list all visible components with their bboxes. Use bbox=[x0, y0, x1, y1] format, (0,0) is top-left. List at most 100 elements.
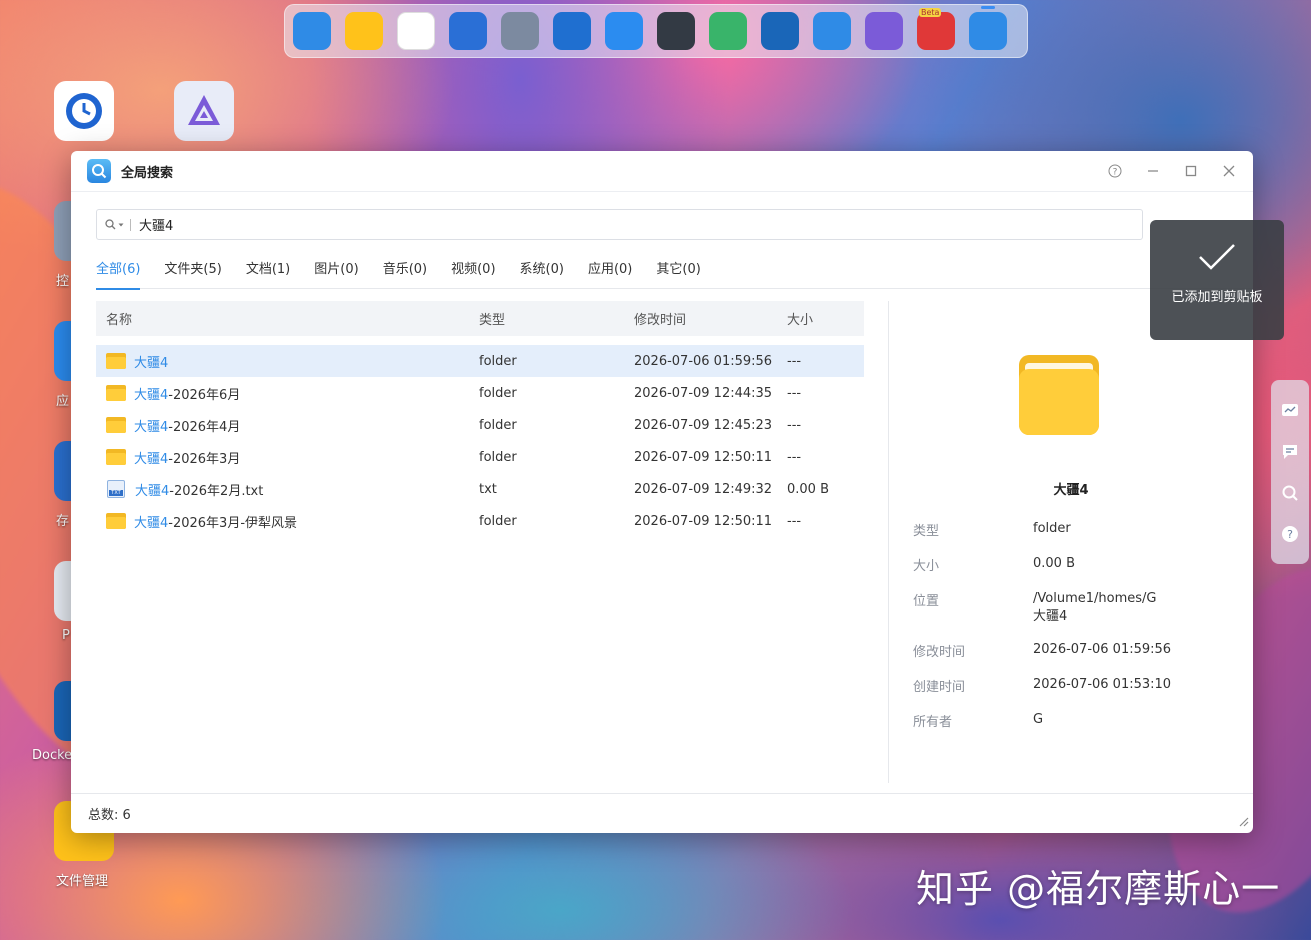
svg-text:?: ? bbox=[1113, 168, 1118, 178]
desktop-label: 控 bbox=[56, 274, 70, 289]
cell-time: 2026-07-09 12:45:23 bbox=[634, 417, 773, 433]
cell-time: 2026-07-09 12:50:11 bbox=[634, 449, 773, 465]
folder-icon bbox=[106, 353, 126, 369]
status-bar: 总数: 6 bbox=[71, 793, 1253, 833]
search-icon[interactable] bbox=[105, 219, 124, 230]
tab-category[interactable]: 其它(0) bbox=[656, 247, 700, 289]
docker-app-icon[interactable] bbox=[761, 12, 799, 50]
name-highlight: 大疆4 bbox=[134, 515, 169, 531]
search-icon[interactable] bbox=[1280, 483, 1300, 503]
search-input[interactable] bbox=[139, 217, 1134, 232]
text-file-icon bbox=[107, 480, 125, 498]
dashboard-app-icon[interactable] bbox=[293, 12, 331, 50]
name-highlight: 大疆4 bbox=[134, 451, 169, 467]
cell-name: 大疆4-2026年2月.txt bbox=[96, 480, 479, 499]
desktop-label: 存 bbox=[56, 514, 70, 529]
detail-size-row: 大小 0.00 B bbox=[913, 555, 1203, 574]
cell-time: 2026-07-09 12:50:11 bbox=[634, 513, 773, 529]
tab-category[interactable]: 系统(0) bbox=[520, 247, 564, 289]
resize-handle-icon[interactable] bbox=[1237, 815, 1249, 830]
name-highlight: 大疆4 bbox=[135, 483, 170, 499]
col-size-header[interactable]: 大小 bbox=[787, 309, 864, 328]
maximize-icon[interactable] bbox=[1183, 163, 1199, 179]
location-line-1: /Volume1/homes/G bbox=[1033, 591, 1157, 606]
col-time-header[interactable]: 修改时间 bbox=[634, 309, 787, 328]
beta-app-icon[interactable]: Beta bbox=[917, 8, 955, 50]
large-folder-icon bbox=[1019, 355, 1099, 435]
cell-type: txt bbox=[479, 481, 497, 497]
name-rest: -2026年6月 bbox=[168, 387, 241, 403]
table-row[interactable]: 大疆4 -2026年3月 folder 2026-07-09 12:50:11 --- bbox=[96, 441, 864, 473]
detail-owner-value: G bbox=[1033, 712, 1044, 727]
close-icon[interactable] bbox=[1221, 163, 1237, 179]
desktop-label: Docke bbox=[32, 748, 73, 763]
category-tabs: 全部(6) 文件夹(5) 文档(1) 图片(0) 音乐(0) 视频(0) 系统(0) 应用(0… bbox=[96, 247, 1253, 290]
tab-category[interactable]: 图片(0) bbox=[314, 247, 358, 289]
folder-icon bbox=[106, 449, 126, 465]
desktop-label: 文件管理 bbox=[56, 874, 109, 889]
detail-owner-label: 所有者 bbox=[913, 715, 953, 730]
tab-category[interactable]: 全部(6) bbox=[96, 247, 141, 290]
cell-name: 大疆4 -2026年4月 bbox=[96, 416, 479, 435]
table-row[interactable]: 大疆4-2026年2月.txttxt2026-07-09 12:49:320.0… bbox=[96, 473, 864, 505]
terminal-app-icon[interactable] bbox=[657, 12, 695, 50]
store-app-icon[interactable] bbox=[605, 12, 643, 50]
folder-icon bbox=[106, 417, 126, 433]
tab-category[interactable]: 音乐(0) bbox=[383, 247, 427, 289]
side-toolbar: ? bbox=[1271, 380, 1309, 564]
tab-category[interactable]: 视频(0) bbox=[451, 247, 495, 289]
table-row[interactable]: 大疆4 -2026年3月-伊犁风景 folder 2026-07-09 12:50:1… bbox=[96, 505, 864, 537]
message-icon[interactable] bbox=[1280, 442, 1300, 462]
cell-size: --- bbox=[787, 385, 802, 401]
window-title: 全局搜索 bbox=[121, 165, 174, 181]
tab-category[interactable]: 文档(1) bbox=[246, 247, 290, 289]
jellyfin-app-icon[interactable] bbox=[865, 12, 903, 50]
detail-name: 大疆4 bbox=[1053, 483, 1089, 498]
dock: Beta bbox=[284, 4, 1028, 58]
cell-size: 0.00 B bbox=[787, 481, 829, 497]
detail-location-label: 位置 bbox=[913, 594, 940, 609]
name-highlight: 大疆4 bbox=[134, 355, 169, 371]
tab-category[interactable]: 应用(0) bbox=[588, 247, 632, 289]
minimize-icon[interactable] bbox=[1145, 163, 1161, 179]
settings-app-icon[interactable] bbox=[501, 12, 539, 50]
search-box[interactable] bbox=[96, 209, 1143, 240]
folder-icon bbox=[106, 513, 126, 529]
cell-name: 大疆4 -2026年6月 bbox=[96, 384, 479, 403]
search-divider bbox=[130, 218, 131, 231]
file-manager-app-icon[interactable] bbox=[345, 12, 383, 50]
tab-category[interactable]: 文件夹(5) bbox=[164, 247, 221, 289]
cell-type: folder bbox=[479, 513, 517, 529]
col-name-header[interactable]: 名称 bbox=[96, 309, 479, 328]
backup-app-icon[interactable] bbox=[449, 12, 487, 50]
cell-size: --- bbox=[787, 353, 802, 369]
cell-name: 大疆4 bbox=[96, 352, 479, 371]
backup-desktop-icon[interactable] bbox=[54, 81, 114, 141]
table-header: 名称 类型 修改时间 大小 bbox=[96, 301, 864, 336]
monitor-icon[interactable] bbox=[1280, 401, 1300, 421]
help-icon[interactable]: ? bbox=[1280, 524, 1300, 544]
name-rest: -2026年2月.txt bbox=[169, 483, 264, 499]
detail-location-value[interactable]: /Volume1/homes/G 大疆4 bbox=[1033, 590, 1203, 626]
results-table: 名称 类型 修改时间 大小 大疆4 folder 2026-07-06 01:59:… bbox=[96, 301, 864, 537]
detail-mtime-label: 修改时间 bbox=[913, 645, 966, 660]
table-row[interactable]: 大疆4 folder 2026-07-06 01:59:56 --- bbox=[96, 345, 864, 377]
security-app-icon[interactable] bbox=[709, 12, 747, 50]
name-rest: -2026年3月-伊犁风景 bbox=[168, 515, 298, 531]
app-center-icon[interactable] bbox=[397, 12, 435, 50]
storage-app-icon[interactable] bbox=[553, 12, 591, 50]
support-app-icon[interactable] bbox=[813, 12, 851, 50]
col-type-header[interactable]: 类型 bbox=[479, 309, 634, 328]
help-icon[interactable]: ? bbox=[1107, 163, 1123, 179]
cell-size: --- bbox=[787, 513, 802, 529]
name-rest: -2026年3月 bbox=[168, 451, 241, 467]
toast-message: 已添加到剪贴板 bbox=[1171, 290, 1263, 305]
global-search-app-icon[interactable] bbox=[969, 6, 1007, 50]
detail-mtime-row: 修改时间 2026-07-06 01:59:56 bbox=[913, 641, 1203, 660]
table-row[interactable]: 大疆4 -2026年4月 folder 2026-07-09 12:45:23 --- bbox=[96, 409, 864, 441]
detail-size-value: 0.00 B bbox=[1033, 556, 1075, 571]
table-row[interactable]: 大疆4 -2026年6月 folder 2026-07-09 12:44:35 --- bbox=[96, 377, 864, 409]
cell-size: --- bbox=[787, 449, 802, 465]
detail-ctime-label: 创建时间 bbox=[913, 680, 966, 695]
jellyfin-desktop-icon[interactable] bbox=[174, 81, 234, 141]
